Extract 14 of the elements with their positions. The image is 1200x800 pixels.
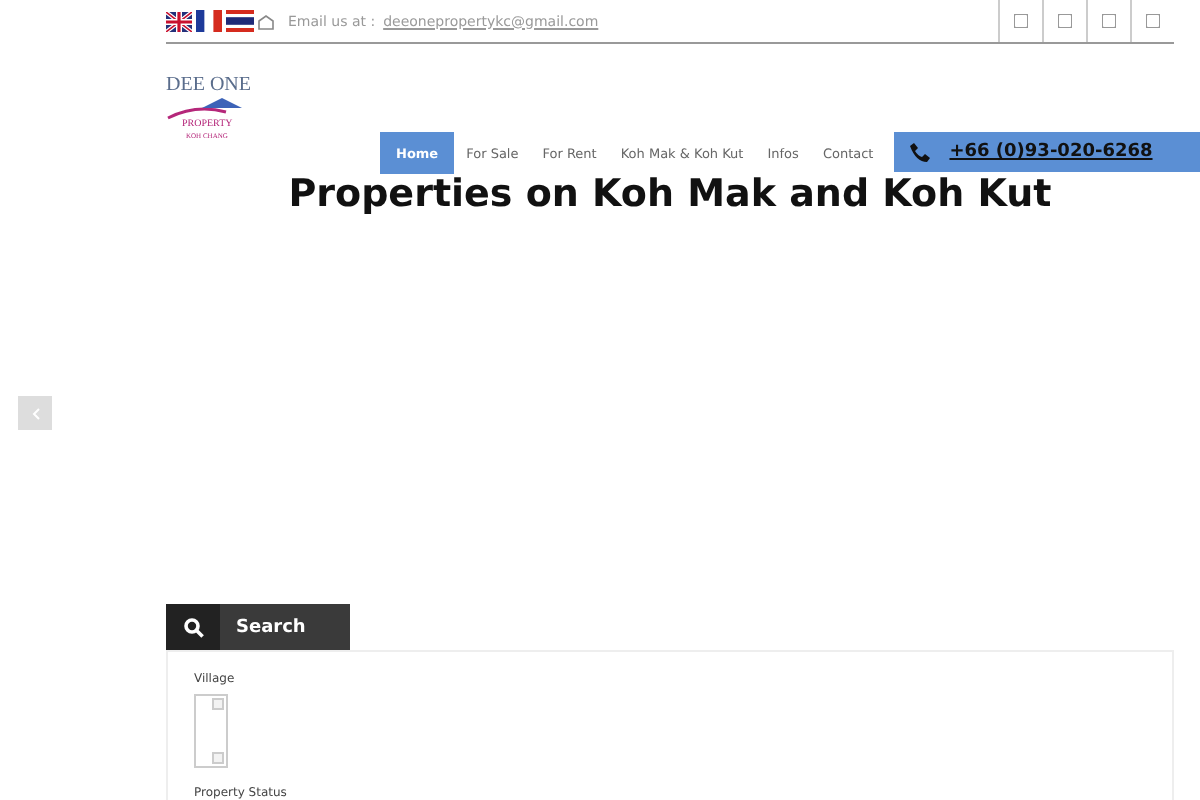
scroll-down-icon	[212, 752, 224, 764]
village-listbox[interactable]	[194, 694, 228, 768]
thailand-flag-icon[interactable]	[226, 10, 254, 32]
logo-name: DEE ONE	[166, 74, 251, 96]
search-icon	[183, 617, 203, 637]
phone-icon	[907, 141, 930, 163]
phone-link[interactable]: +66 (0)93-020-6268	[949, 142, 1153, 162]
uk-flag-icon[interactable]	[166, 11, 192, 31]
france-flag-icon[interactable]	[196, 10, 222, 32]
search-tab[interactable]: Search	[220, 604, 350, 650]
roof-icon	[166, 96, 246, 120]
scroll-up-icon	[212, 698, 224, 710]
page-heading: Properties on Koh Mak and Koh Kut	[286, 176, 1054, 212]
chevron-left-icon	[31, 407, 39, 419]
